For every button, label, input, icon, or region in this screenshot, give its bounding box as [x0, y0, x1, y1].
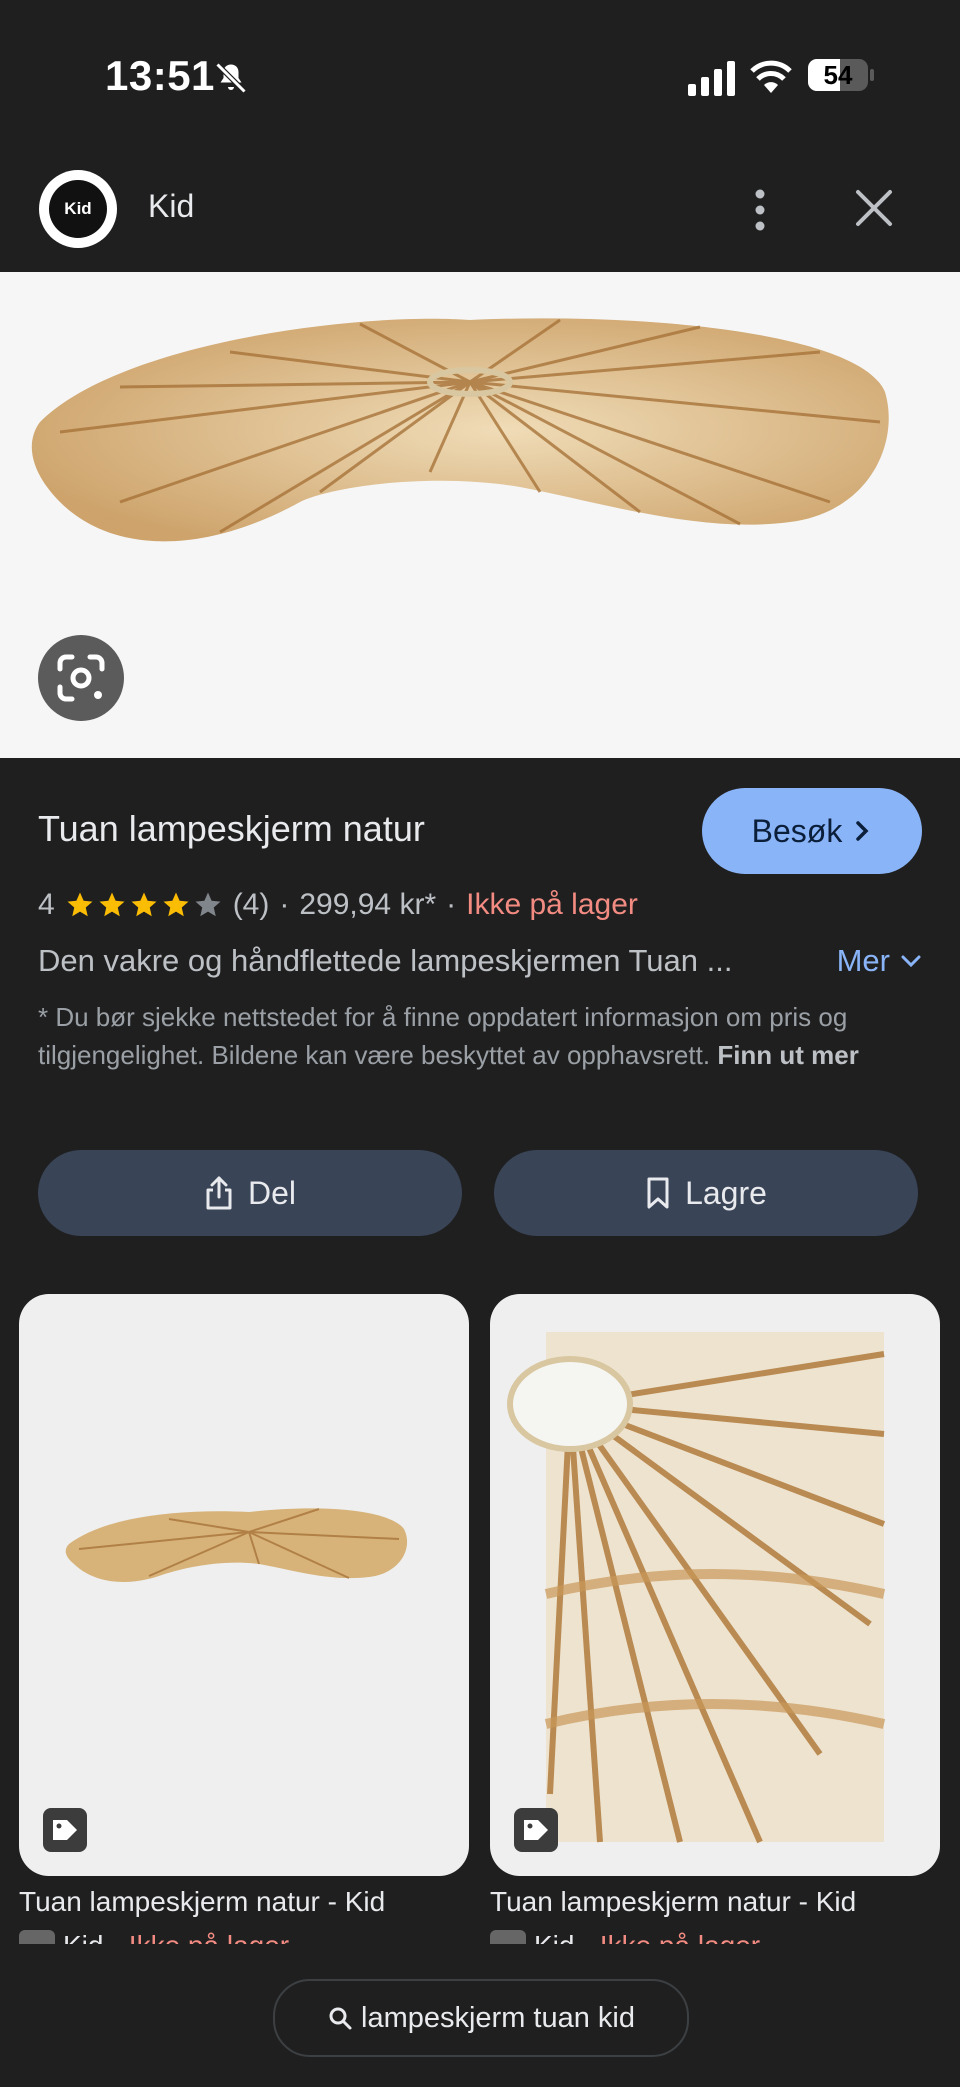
separator: · [446, 888, 457, 921]
related-image [507, 1332, 886, 1844]
wifi-icon [750, 60, 792, 93]
more-button[interactable]: Mer [837, 943, 922, 979]
related-source: Kid · Ikke på lager [19, 1930, 289, 1944]
visit-label: Besøk [751, 812, 843, 849]
share-icon [206, 1176, 232, 1210]
related-source: Kid · Ikke på lager [490, 1930, 760, 1944]
more-label: Mer [836, 943, 890, 978]
chevron-down-icon [901, 955, 921, 968]
save-label: Lagre [685, 1174, 767, 1211]
rating-value: 4 [38, 888, 55, 921]
share-button[interactable]: Del [38, 1150, 462, 1236]
lampshade-illustration [31, 318, 889, 542]
site-logo-text: Kid [49, 180, 107, 238]
battery-indicator: 54 [808, 59, 874, 95]
star-filled-icon [99, 892, 125, 917]
google-lens-icon [57, 654, 105, 702]
save-button[interactable]: Lagre [494, 1150, 918, 1236]
related-source-name: Kid [534, 1930, 574, 1944]
search-icon [329, 2007, 352, 2030]
site-logo[interactable]: Kid [39, 170, 117, 248]
related-card[interactable] [490, 1294, 940, 1876]
more-vert-icon[interactable] [740, 180, 780, 240]
related-source-name: Kid [63, 1930, 103, 1944]
star-filled-icon [131, 892, 157, 917]
related-results: Tuan lampeskjerm natur - Kid Kid · Ikke … [0, 1294, 960, 1944]
battery-level: 54 [823, 60, 853, 90]
disclaimer: * Du bør sjekke nettstedet for å finne o… [38, 998, 918, 1074]
product-meta: 4 (4) · 299,94 kr* · Ikke på lager [38, 888, 638, 922]
site-favicon [490, 1930, 526, 1944]
related-title[interactable]: Tuan lampeskjerm natur - Kid [490, 1886, 856, 1918]
star-empty-icon [195, 892, 221, 917]
review-count: (4) [232, 888, 270, 921]
lens-button[interactable] [38, 635, 124, 721]
related-title[interactable]: Tuan lampeskjerm natur - Kid [19, 1886, 385, 1918]
signal-icon [688, 61, 735, 96]
share-label: Del [247, 1174, 296, 1211]
rating-stars [65, 890, 223, 920]
description: Den vakre og håndflettede lampeskjermen … [38, 943, 733, 978]
price: 299,94 kr* [299, 888, 437, 921]
related-availability: Ikke på lager [129, 1930, 289, 1944]
app-bar: Kid Kid [0, 150, 960, 272]
star-filled-icon [163, 892, 189, 917]
separator: · [582, 1930, 591, 1944]
visit-button[interactable]: Besøk [702, 788, 922, 874]
related-card[interactable] [19, 1294, 469, 1876]
product-image[interactable] [0, 272, 960, 758]
separator: · [279, 888, 290, 921]
bell-muted-icon [215, 62, 247, 94]
description-row: Den vakre og håndflettede lampeskjermen … [38, 943, 922, 979]
site-favicon [19, 1930, 55, 1944]
status-bar: 13:51 54 [0, 0, 960, 150]
site-title: Kid [148, 188, 195, 224]
tag-icon [43, 1808, 87, 1852]
availability: Ikke på lager [466, 888, 638, 921]
status-time: 13:51 [105, 52, 215, 99]
search-query: lampeskjerm tuan kid [361, 2001, 635, 2034]
bottom-bar: lampeskjerm tuan kid [0, 1944, 960, 2087]
related-availability: Ikke på lager [600, 1930, 760, 1944]
separator: · [111, 1930, 120, 1944]
action-buttons: Del Lagre [38, 1150, 918, 1236]
close-icon[interactable] [850, 184, 898, 232]
product-title: Tuan lampeskjerm natur [38, 808, 425, 849]
bookmark-icon [647, 1177, 669, 1209]
search-query-pill[interactable]: lampeskjerm tuan kid [273, 1979, 689, 2057]
tag-icon [514, 1808, 558, 1852]
related-image [65, 1508, 408, 1583]
chevron-right-icon [856, 821, 869, 841]
learn-more-link[interactable]: Finn ut mer [717, 1040, 859, 1070]
star-filled-icon [67, 892, 93, 917]
